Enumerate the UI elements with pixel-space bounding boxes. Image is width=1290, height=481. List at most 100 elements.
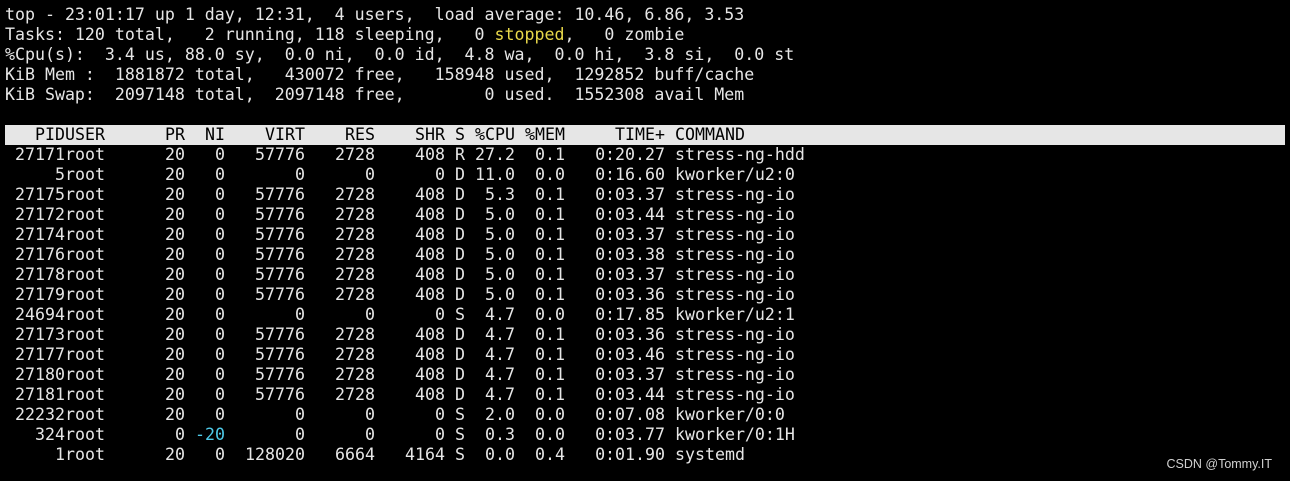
cell-ni: 0 [215,185,225,204]
cell-shr: 0 [435,305,445,324]
table-row[interactable]: 27177 root 20 0 57776 2728 408 D 4.7 0.1 0:03.46 st… [5,345,1285,365]
cell-pr: 20 [165,345,185,364]
cell-user: root [65,165,105,184]
cell-mem: 0.0 [535,425,565,444]
cell-shr: 408 [415,265,445,284]
cell-time: 0:03.37 [595,185,665,204]
cell-time: 0:03.46 [595,345,665,364]
table-row[interactable]: 27175 root 20 0 57776 2728 408 D 5.3 0.1 0:03.37 st… [5,185,1285,205]
cell-ni: 0 [215,225,225,244]
column-pr[interactable]: PR [125,125,185,145]
cell-user: root [65,265,105,284]
column-time[interactable]: TIME+ [565,125,665,145]
summary-mem-line: KiB Mem : 1881872 total, 430072 free, 15… [5,65,755,84]
cell-mem: 0.4 [535,445,565,464]
cell-time: 0:17.85 [595,305,665,324]
column-cpu[interactable]: %CPU [465,125,515,145]
cell-mem: 0.0 [535,405,565,424]
column-mem[interactable]: %MEM [515,125,565,145]
table-row[interactable]: 27176 root 20 0 57776 2728 408 D 5.0 0.1 0:03.38 st… [5,245,1285,265]
cell-mem: 0.1 [535,385,565,404]
column-command[interactable]: COMMAND [665,125,975,145]
cell-shr: 408 [415,365,445,384]
cell-cpu: 5.0 [485,285,515,304]
cell-ni: 0 [215,405,225,424]
process-table-header: PID USER PR NI VIRT RES SHR S %CPU %MEM … [5,125,1285,145]
table-row[interactable]: 27174 root 20 0 57776 2728 408 D 5.0 0.1 0:03.37 st… [5,225,1285,245]
cell-s: D [455,265,465,284]
cell-pid: 27178 [15,265,65,284]
cell-time: 0:03.37 [595,365,665,384]
cell-mem: 0.1 [535,225,565,244]
column-shr[interactable]: SHR [375,125,445,145]
cell-ni: 0 [215,445,225,464]
cell-virt: 0 [295,425,305,444]
cell-shr: 408 [415,325,445,344]
watermark: CSDN @Tommy.IT [1166,457,1272,471]
column-pid[interactable]: PID [5,125,65,145]
column-ni[interactable]: NI [185,125,225,145]
cell-ni: 0 [215,325,225,344]
cell-pr: 20 [165,445,185,464]
cell-virt: 0 [295,405,305,424]
cell-command: stress-ng-io [675,325,795,344]
table-row[interactable]: 27180 root 20 0 57776 2728 408 D 4.7 0.1 0:03.37 st… [5,365,1285,385]
tasks-zombie-text: , 0 zombie [564,25,685,44]
table-row[interactable]: 27181 root 20 0 57776 2728 408 D 4.7 0.1 0:03.44 st… [5,385,1285,405]
cell-pr: 20 [165,245,185,264]
cell-cpu: 4.7 [485,385,515,404]
cell-command: stress-ng-io [675,205,795,224]
cell-s: D [455,165,465,184]
cell-ni: 0 [215,145,225,164]
cell-cpu: 27.2 [475,145,515,164]
column-res[interactable]: RES [305,125,375,145]
cell-s: D [455,285,465,304]
cell-res: 2728 [335,345,375,364]
cell-shr: 408 [415,385,445,404]
cell-virt: 57776 [255,245,305,264]
table-row[interactable]: 27172 root 20 0 57776 2728 408 D 5.0 0.1 0:03.44 st… [5,205,1285,225]
cell-pr: 20 [165,405,185,424]
table-row[interactable]: 27173 root 20 0 57776 2728 408 D 4.7 0.1 0:03.36 st… [5,325,1285,345]
table-row[interactable]: 27178 root 20 0 57776 2728 408 D 5.0 0.1 0:03.37 st… [5,265,1285,285]
table-row[interactable]: 27179 root 20 0 57776 2728 408 D 5.0 0.1 0:03.36 st… [5,285,1285,305]
cell-cpu: 5.0 [485,265,515,284]
table-row[interactable]: 24694 root 20 0 0 0 0 S 4.7 0.0 0:17.85 kworker/u2:… [5,305,1285,325]
cell-user: root [65,285,105,304]
column-virt[interactable]: VIRT [225,125,305,145]
cell-res: 0 [365,425,375,444]
cell-command: stress-ng-io [675,385,795,404]
cell-ni: 0 [215,265,225,284]
summary-swap-line: KiB Swap: 2097148 total, 2097148 free, 0… [5,85,745,104]
cell-time: 0:16.60 [595,165,665,184]
cell-shr: 408 [415,285,445,304]
table-row[interactable]: 324 root 0 -20 0 0 0 S 0.3 0.0 0:03.77 kworker/0:1H [5,425,1285,445]
summary-uptime-line: top - 23:01:17 up 1 day, 12:31, 4 users,… [5,5,745,24]
cell-pid: 1 [55,445,65,464]
cell-shr: 4164 [405,445,445,464]
table-row[interactable]: 5 root 20 0 0 0 0 D 11.0 0.0 0:16.60 kworker/u2:0 [5,165,1285,185]
process-table-body: 27171 root 20 0 57776 2728 408 R 27.2 0.1 0:20.27 s… [5,145,1285,465]
cell-ni: 0 [215,245,225,264]
table-row[interactable]: 27171 root 20 0 57776 2728 408 R 27.2 0.1 0:20.27 s… [5,145,1285,165]
cell-s: D [455,185,465,204]
cell-shr: 408 [415,245,445,264]
column-state[interactable]: S [445,125,465,145]
cell-user: root [65,305,105,324]
cell-virt: 57776 [255,385,305,404]
cell-pid: 27175 [15,185,65,204]
cell-mem: 0.1 [535,265,565,284]
cell-command: stress-ng-hdd [675,145,805,164]
cell-pid: 24694 [15,305,65,324]
table-row[interactable]: 22232 root 20 0 0 0 0 S 2.0 0.0 0:07.08 kworker/0:0 [5,405,1285,425]
cell-mem: 0.1 [535,185,565,204]
cell-cpu: 5.0 [485,225,515,244]
cell-pid: 5 [55,165,65,184]
cell-mem: 0.1 [535,365,565,384]
cell-virt: 57776 [255,285,305,304]
cell-pr: 20 [165,285,185,304]
table-row[interactable]: 1 root 20 0 128020 6664 4164 S 0.0 0.4 0:01.90 syst… [5,445,1285,465]
column-user[interactable]: USER [65,125,125,145]
cell-time: 0:03.36 [595,285,665,304]
